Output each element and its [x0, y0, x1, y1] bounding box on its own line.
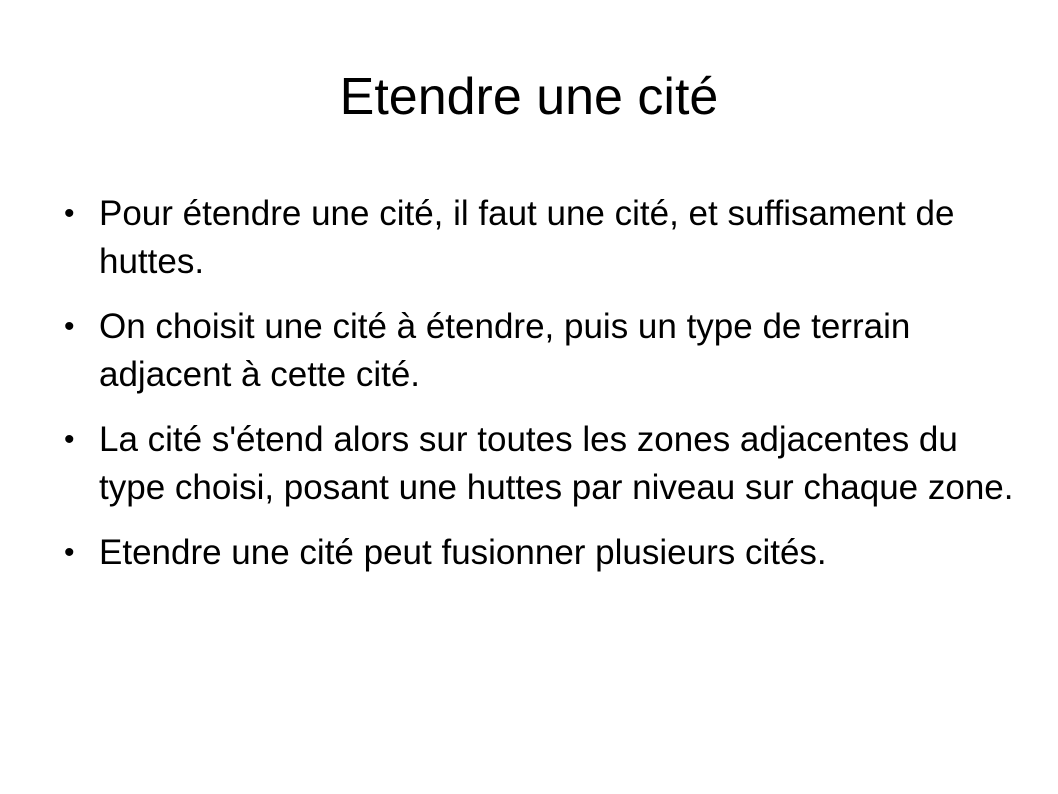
bullet-icon: • [64, 197, 75, 230]
list-item: • On choisit une cité à étendre, puis un… [64, 303, 1024, 399]
bullet-icon: • [64, 536, 75, 569]
bullet-icon: • [64, 310, 75, 343]
bullet-icon: • [64, 423, 75, 456]
slide: Etendre une cité • Pour étendre une cité… [0, 0, 1058, 794]
bullet-text: La cité s'étend alors sur toutes les zon… [99, 420, 1014, 507]
list-item: • Pour étendre une cité, il faut une cit… [64, 190, 1024, 286]
list-item: • La cité s'étend alors sur toutes les z… [64, 416, 1024, 512]
bullet-text: On choisit une cité à étendre, puis un t… [99, 307, 911, 394]
slide-title: Etendre une cité [339, 68, 719, 126]
bullet-text: Etendre une cité peut fusionner plusieur… [99, 533, 827, 572]
bullet-list: • Pour étendre une cité, il faut une cit… [64, 190, 1024, 594]
bullet-text: Pour étendre une cité, il faut une cité,… [99, 194, 955, 281]
list-item: • Etendre une cité peut fusionner plusie… [64, 529, 1024, 577]
